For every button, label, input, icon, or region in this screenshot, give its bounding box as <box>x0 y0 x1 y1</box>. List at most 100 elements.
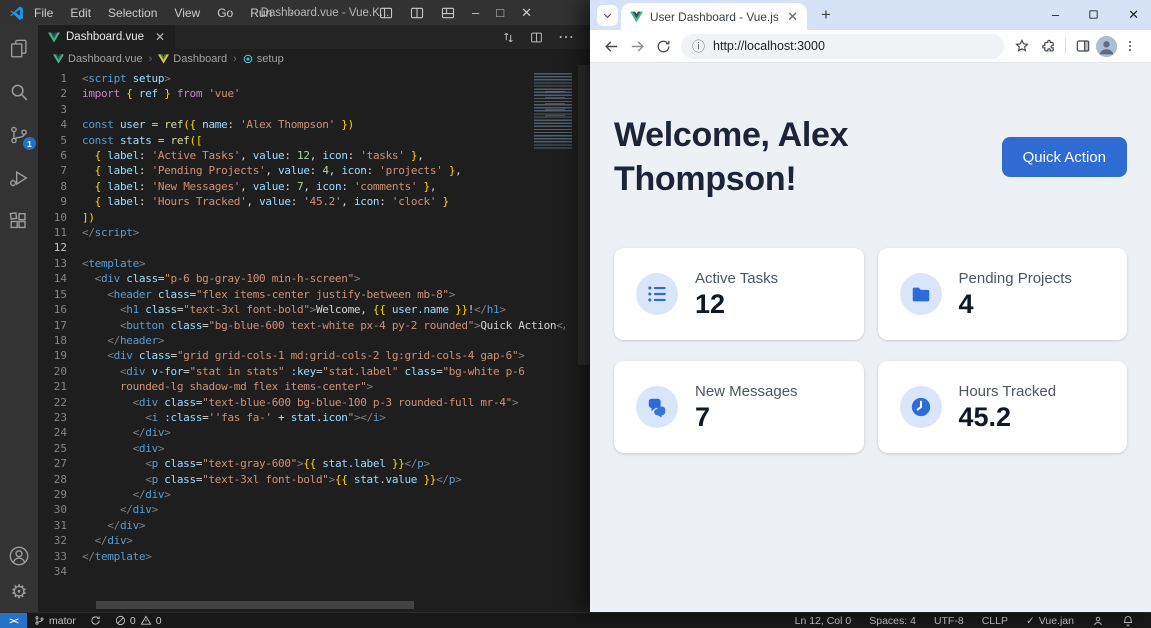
code-line[interactable]: 2 import { ref } from 'vue' <box>38 86 565 101</box>
line-number: 15 <box>53 287 67 301</box>
code-text: </div> <box>119 503 158 517</box>
code-line[interactable]: 31 </div> <box>38 518 565 533</box>
code-line[interactable]: 30 </div> <box>38 502 565 517</box>
code-line[interactable]: 22 <div class="text-blue-600 bg-blue-100… <box>38 395 565 410</box>
eol-sequence[interactable]: CLLP <box>973 615 1017 627</box>
indentation[interactable]: Spaces: 4 <box>860 615 925 627</box>
window-minimize-button[interactable]: – <box>1052 8 1059 21</box>
browser-tab-active[interactable]: User Dashboard - Vue.js ✕ <box>621 3 807 30</box>
menu-view[interactable]: View <box>174 6 200 20</box>
code-line[interactable]: 3 <box>38 102 565 117</box>
code-line[interactable]: 14 <div class="p-6 bg-gray-100 min-h-scr… <box>38 271 565 286</box>
bell-icon[interactable] <box>1113 615 1143 627</box>
code-text: { label: 'Hours Tracked', value: '45.2',… <box>94 195 449 209</box>
code-line[interactable]: 8 { label: 'New Messages', value: 7, ico… <box>38 179 565 194</box>
code-line[interactable]: 1 <script setup> <box>38 71 565 86</box>
sync-status[interactable] <box>83 615 108 626</box>
code-line[interactable]: 17 <button class="bg-blue-600 text-white… <box>38 318 565 333</box>
open-changes-icon[interactable] <box>502 31 515 44</box>
code-line[interactable]: 19 <div class="grid grid-cols-1 md:grid-… <box>38 348 565 363</box>
code-line[interactable]: 28 <p class="text-3xl font-bold">{{ stat… <box>38 472 565 487</box>
code-line[interactable]: 25 <div> <box>38 441 565 456</box>
split-editor-icon[interactable] <box>530 31 543 44</box>
encoding[interactable]: UTF-8 <box>925 615 973 627</box>
code-text: <p class="text-gray-600">{{ stat.label }… <box>145 457 430 471</box>
toggle-panel-icon[interactable] <box>410 6 424 20</box>
code-line[interactable]: 11 </script> <box>38 225 565 240</box>
code-line[interactable]: 29 </div> <box>38 487 565 502</box>
quick-action-button[interactable]: Quick Action <box>1001 137 1127 178</box>
extensions-puzzle-icon[interactable] <box>1035 33 1061 59</box>
bookmark-star-icon[interactable] <box>1009 33 1035 59</box>
account-icon[interactable] <box>8 545 30 567</box>
breadcrumb-file[interactable]: Dashboard.vue <box>53 53 143 65</box>
breadcrumb-component[interactable]: Dashboard <box>158 53 227 65</box>
code-line[interactable]: 18 </header> <box>38 333 565 348</box>
menu-edit[interactable]: Edit <box>70 6 91 20</box>
code-line[interactable]: 15 <header class="flex items-center just… <box>38 287 565 302</box>
cursor-position[interactable]: Ln 12, Col 0 <box>786 615 861 627</box>
code-line[interactable]: 23 <i :class=''fas fa-' + stat.icon"></i… <box>38 410 565 425</box>
toggle-sidebar-icon[interactable] <box>379 6 393 20</box>
window-close-button[interactable]: ✕ <box>521 6 532 19</box>
code-area[interactable]: 1 <script setup> 2 import { ref } from 'vue… <box>38 71 565 598</box>
editor-tab-dashboard[interactable]: Dashboard.vue ✕ <box>38 25 176 49</box>
horizontal-scrollbar[interactable] <box>96 601 414 609</box>
site-info-icon[interactable]: ⓘ <box>692 40 705 53</box>
reload-icon[interactable] <box>650 33 676 59</box>
code-line[interactable]: 6 { label: 'Active Tasks', value: 12, ic… <box>38 148 565 163</box>
code-line[interactable]: 20 <div v-for="stat in stats" :key="stat… <box>38 364 565 379</box>
git-branch-status[interactable]: mator <box>27 615 83 627</box>
code-line[interactable]: 12 <box>38 240 565 255</box>
breadcrumb-symbol[interactable]: setup <box>243 53 284 65</box>
explorer-icon[interactable] <box>8 38 30 60</box>
stat-card-text: Hours Tracked 45.2 <box>959 383 1057 431</box>
search-icon[interactable] <box>8 81 30 103</box>
code-line[interactable]: 7 { label: 'Pending Projects', value: 4,… <box>38 163 565 178</box>
more-actions-icon[interactable]: ⋯ <box>558 27 574 47</box>
browser-menu-kebab-icon[interactable] <box>1117 33 1143 59</box>
tab-close-icon[interactable]: ✕ <box>787 9 798 25</box>
profile-avatar[interactable] <box>1096 35 1117 57</box>
code-line[interactable]: 32 </div> <box>38 533 565 548</box>
code-line[interactable]: 4 const user = ref({ name: 'Alex Thompson… <box>38 117 565 132</box>
code-line[interactable]: 24 </div> <box>38 425 565 440</box>
settings-gear-icon[interactable]: ⚙ <box>10 583 27 602</box>
code-line[interactable]: 33 </template> <box>38 549 565 564</box>
back-icon[interactable] <box>598 33 624 59</box>
tab-search-chevron-icon[interactable] <box>597 5 618 26</box>
window-minimize-button[interactable]: – <box>472 6 479 19</box>
window-close-button[interactable]: ✕ <box>1128 8 1139 21</box>
side-panel-icon[interactable] <box>1070 33 1096 59</box>
tab-close-icon[interactable]: ✕ <box>155 30 165 44</box>
code-line[interactable]: 34 <box>38 564 565 579</box>
address-bar[interactable]: ⓘ http://localhost:3000 <box>681 33 1004 59</box>
window-maximize-button[interactable] <box>1088 9 1099 20</box>
minimap[interactable] <box>531 71 575 611</box>
code-line[interactable]: 10]) <box>38 210 565 225</box>
menu-file[interactable]: File <box>34 6 53 20</box>
code-line[interactable]: 16 <h1 class="text-3xl font-bold">Welcom… <box>38 302 565 317</box>
customize-layout-icon[interactable] <box>441 6 455 20</box>
problems-status[interactable]: 0 0 <box>108 615 169 627</box>
line-number: 14 <box>53 272 67 286</box>
code-line[interactable]: 13 <template> <box>38 256 565 271</box>
code-line[interactable]: 5 const stats = ref([ <box>38 133 565 148</box>
code-line[interactable]: 27 <p class="text-gray-600">{{ stat.labe… <box>38 456 565 471</box>
vertical-scrollbar[interactable] <box>578 65 589 365</box>
line-number: 29 <box>53 487 67 501</box>
forward-icon[interactable] <box>624 33 650 59</box>
language-mode[interactable]: ✓ Vue.jan <box>1017 615 1083 627</box>
feedback-icon[interactable] <box>1083 615 1113 627</box>
remote-indicator[interactable]: >< <box>0 613 27 628</box>
code-text: </template> <box>82 549 152 563</box>
code-line[interactable]: 21 rounded-lg shadow-md flex items-cente… <box>38 379 565 394</box>
code-line[interactable]: 9 { label: 'Hours Tracked', value: '45.2… <box>38 194 565 209</box>
window-maximize-button[interactable]: □ <box>496 6 504 19</box>
extensions-icon[interactable] <box>8 210 30 232</box>
source-control-icon[interactable]: 1 <box>8 124 36 150</box>
new-tab-button[interactable]: + <box>815 4 837 26</box>
menu-selection[interactable]: Selection <box>108 6 157 20</box>
run-debug-icon[interactable] <box>8 167 30 189</box>
menu-go[interactable]: Go <box>217 6 233 20</box>
